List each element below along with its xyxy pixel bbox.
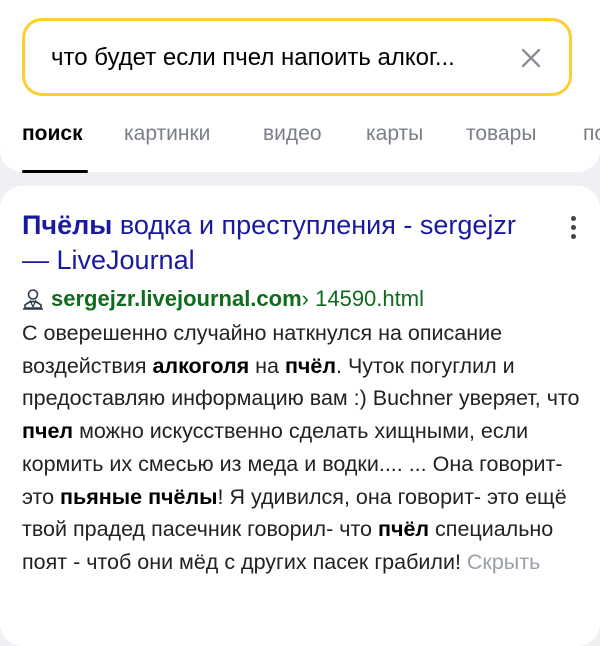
livejournal-user-icon: [23, 289, 43, 310]
snippet-segment: на: [249, 353, 285, 378]
result-title-link[interactable]: Пчёлы водка и преступления - sergejzr — …: [22, 208, 542, 278]
snippet-highlight: пьяные пчёлы: [60, 484, 218, 509]
result-title-highlight: Пчёлы: [22, 210, 113, 240]
active-tab-indicator: [22, 170, 88, 173]
search-tabs: поиск картинки видео карты товары по: [0, 122, 600, 162]
snippet-highlight: пчёл: [377, 517, 430, 542]
search-input[interactable]: что будет если пчел напоить алког...: [51, 44, 491, 72]
close-icon[interactable]: [518, 45, 544, 71]
more-vertical-icon[interactable]: [566, 216, 580, 244]
tab-more[interactable]: по: [583, 122, 600, 146]
search-result: Пчёлы водка и преступления - sergejzr — …: [0, 186, 600, 646]
result-domain[interactable]: sergejzr.livejournal.com: [51, 286, 302, 312]
snippet-highlight: пчёл: [284, 353, 337, 378]
result-snippet: С оверешенно случайно наткнулся на описа…: [22, 317, 582, 579]
tab-products[interactable]: товары: [466, 122, 536, 146]
tab-search[interactable]: поиск: [22, 122, 83, 146]
result-url: sergejzr.livejournal.com › 14590.html: [22, 284, 424, 314]
snippet-text: С оверешенно случайно наткнулся на описа…: [22, 321, 579, 574]
tab-maps[interactable]: карты: [366, 122, 423, 146]
tab-video[interactable]: видео: [263, 122, 322, 146]
snippet-highlight: алкоголя: [152, 353, 250, 378]
tab-images[interactable]: картинки: [124, 122, 210, 146]
search-header: что будет если пчел напоить алког... пои…: [0, 0, 600, 173]
result-path[interactable]: › 14590.html: [302, 286, 424, 312]
hide-link[interactable]: Скрыть: [467, 550, 540, 574]
snippet-highlight: пчел: [22, 419, 74, 444]
search-box[interactable]: что будет если пчел напоить алког...: [22, 18, 572, 96]
